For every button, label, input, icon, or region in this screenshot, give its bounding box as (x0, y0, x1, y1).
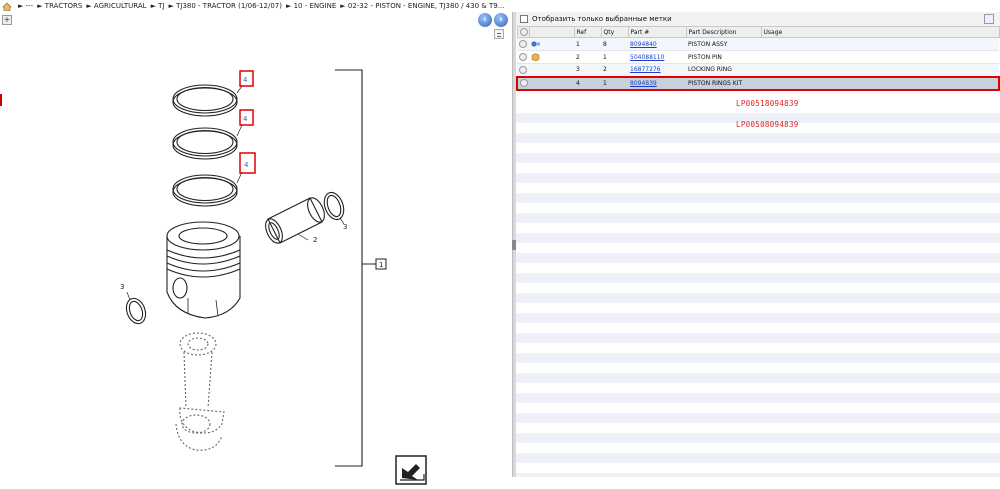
row-description: PISTON ASSY (686, 37, 761, 51)
breadcrumb-item-tractors[interactable]: ► TRACTORS (37, 2, 82, 10)
select-all-icon[interactable] (519, 28, 528, 36)
callout-1: 1 (379, 261, 383, 269)
table-row[interactable]: 3 2 16877276 LOCKING RING (517, 63, 999, 77)
parts-diagram[interactable]: 4 4 4 2 3 3 1 (0, 26, 512, 489)
header-type (528, 26, 575, 38)
row-part: 8094839 (628, 75, 686, 91)
header-ref[interactable]: Ref (573, 26, 602, 38)
row-qty: 2 (601, 63, 628, 77)
piston-body (166, 221, 241, 319)
breadcrumb: ► --- ► TRACTORS ► AGRICULTURAL ► TJ ► T… (0, 0, 1000, 12)
header-select-all[interactable] (516, 26, 530, 38)
header-qty[interactable]: Qty (600, 26, 629, 38)
row-usage (761, 75, 1000, 91)
locking-ring-left (125, 297, 147, 325)
piston-pin (265, 197, 325, 244)
previous-page-button[interactable]: ‹ (478, 13, 492, 27)
breadcrumb-item-agricultural[interactable]: ► AGRICULTURAL (86, 2, 146, 10)
part-number-link[interactable]: 504088110 (630, 54, 664, 61)
show-selected-checkbox[interactable] (520, 15, 528, 23)
next-page-button[interactable]: › (494, 13, 508, 27)
row-qty: 8 (601, 37, 628, 51)
svg-text:4: 4 (243, 115, 248, 123)
breadcrumb-item-page[interactable]: ► 02-32 - PISTON - ENGINE, TJ380 / 430 &… (340, 2, 504, 10)
table-row-selected[interactable]: 4 1 8094839 PISTON RINGS KIT (516, 75, 1000, 91)
filter-bar: Отобразить только выбранные метки (516, 12, 1000, 26)
row-ref: 1 (574, 37, 601, 51)
row-select-icon[interactable] (520, 79, 528, 87)
callout-3-left: 3 (120, 283, 124, 291)
callout-2: 2 (313, 236, 317, 244)
part-number-link[interactable]: 8094840 (630, 41, 657, 48)
lp-annotation-2: LP00508094839 (736, 120, 799, 129)
home-icon[interactable] (2, 2, 12, 11)
piston-ring-2 (172, 127, 238, 160)
table-row[interactable]: 1 8 8094840 PISTON ASSY (517, 37, 999, 51)
row-select[interactable] (516, 75, 529, 91)
row-part: 8094840 (628, 37, 686, 51)
piston-icon (531, 41, 540, 47)
row-usage (761, 50, 999, 64)
row-usage (761, 63, 999, 77)
svg-text:4: 4 (244, 161, 249, 169)
part-number-link[interactable]: 8094839 (630, 80, 657, 87)
svg-text:4: 4 (243, 76, 248, 84)
row-select[interactable] (517, 50, 529, 64)
export-diagram-icon[interactable] (395, 455, 427, 485)
export-list-icon[interactable] (984, 14, 994, 24)
show-selected-label: Отобразить только выбранные метки (532, 15, 672, 23)
empty-rows-background (516, 103, 1000, 477)
row-select-icon[interactable] (519, 40, 527, 48)
header-part[interactable]: Part # (627, 26, 687, 38)
header-usage[interactable]: Usage (760, 26, 1000, 38)
row-select[interactable] (517, 37, 529, 51)
connecting-rod (175, 332, 225, 451)
row-ref: 4 (574, 75, 601, 91)
diagram-pane: + ‹ › 4 4 4 2 3 3 1 (0, 12, 512, 485)
row-description: PISTON RINGS KIT (686, 75, 761, 91)
piston-ring-1 (172, 84, 238, 117)
box-icon (531, 53, 540, 61)
row-qty: 1 (601, 75, 628, 91)
row-type (529, 37, 574, 51)
parts-list-pane: Отобразить только выбранные метки Ref Qt… (516, 12, 1000, 477)
lp-annotation-1: LP00518094839 (736, 99, 799, 108)
breadcrumb-item-tj[interactable]: ► TJ (151, 2, 165, 10)
breadcrumb-item-home[interactable]: ► --- (18, 2, 33, 10)
breadcrumb-item-engine[interactable]: ► 10 - ENGINE (286, 2, 336, 10)
row-select-icon[interactable] (519, 53, 527, 61)
piston-ring-3 (172, 174, 238, 207)
parts-table: Ref Qty Part # Part Description Usage 1 … (516, 26, 1000, 91)
breadcrumb-item-model[interactable]: ► TJ380 - TRACTOR (1/06-12/07) (169, 2, 282, 10)
callout-3-right: 3 (343, 223, 347, 231)
zoom-icon[interactable]: + (2, 15, 12, 25)
row-type (529, 50, 574, 64)
row-description: LOCKING RING (686, 63, 761, 77)
row-description: PISTON PIN (686, 50, 761, 64)
row-type (529, 75, 574, 91)
row-select-icon[interactable] (519, 65, 527, 74)
row-ref: 3 (574, 63, 601, 77)
table-header-row: Ref Qty Part # Part Description Usage (516, 26, 1000, 38)
row-type (529, 63, 574, 77)
row-usage (761, 37, 999, 51)
row-qty: 1 (601, 50, 628, 64)
table-row[interactable]: 2 1 504088110 PISTON PIN (517, 50, 999, 64)
part-number-link[interactable]: 16877276 (630, 66, 661, 73)
row-ref: 2 (574, 50, 601, 64)
row-part: 16877276 (628, 63, 686, 77)
assembly-bracket (335, 69, 363, 467)
row-select[interactable] (517, 63, 529, 77)
header-description[interactable]: Part Description (685, 26, 762, 38)
row-part: 504088110 (628, 50, 686, 64)
